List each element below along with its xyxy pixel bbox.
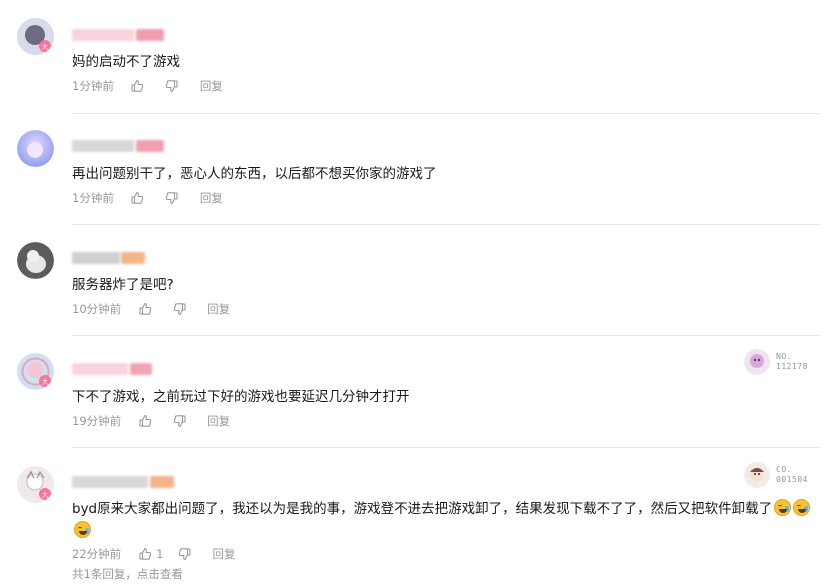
divider bbox=[72, 335, 820, 336]
fan-badge-label: NO. bbox=[776, 352, 792, 361]
level-badge-blurred bbox=[136, 29, 164, 41]
comment-actions: 1分钟前 回复 bbox=[72, 77, 223, 95]
comment-text: byd原来大家都出问题了，我还以为是我的事，游戏登不进去把游戏卸了，结果发现下载… bbox=[72, 498, 817, 542]
reply-button[interactable]: 回复 bbox=[200, 78, 223, 94]
level-badge-blurred bbox=[130, 363, 152, 375]
reply-button[interactable]: 回复 bbox=[200, 190, 223, 206]
avatar[interactable]: 大 bbox=[17, 466, 54, 503]
level-badge-blurred bbox=[121, 252, 145, 264]
reply-button[interactable]: 回复 bbox=[207, 301, 230, 317]
fan-badge-number: 112178 bbox=[776, 362, 808, 371]
svg-text:大: 大 bbox=[42, 490, 49, 499]
username-blurred[interactable] bbox=[72, 29, 134, 41]
svg-text:大: 大 bbox=[42, 42, 49, 51]
crying-laughing-emoji-icon bbox=[774, 499, 792, 516]
like-icon[interactable] bbox=[137, 302, 152, 317]
comment-list: 大 妈的启动不了游戏 1分钟前 回复 再出问题别干了，恶心人的东西，以后都不想买… bbox=[0, 0, 831, 588]
comment-text: 下不了游戏，之前玩过下好的游戏也要延迟几分钟才打开 bbox=[72, 389, 410, 405]
like-icon[interactable] bbox=[130, 79, 145, 94]
dislike-icon[interactable] bbox=[172, 414, 187, 429]
comment-time: 19分钟前 bbox=[72, 414, 122, 428]
svg-text:大: 大 bbox=[42, 377, 49, 386]
username-blurred[interactable] bbox=[72, 140, 134, 152]
reply-button[interactable]: 回复 bbox=[212, 546, 235, 562]
comment-actions: 1分钟前 回复 bbox=[72, 189, 223, 207]
username-blurred[interactable] bbox=[72, 252, 120, 264]
fan-badge-avatar bbox=[744, 349, 770, 375]
comment-text: 服务器炸了是吧? bbox=[72, 277, 174, 293]
comment-time: 1分钟前 bbox=[72, 191, 114, 205]
fan-badge[interactable]: CO. 001504 bbox=[744, 462, 808, 488]
comment-time: 1分钟前 bbox=[72, 79, 114, 93]
like-count: 1 bbox=[156, 547, 164, 561]
comment-actions: 10分钟前 回复 bbox=[72, 300, 230, 318]
avatar[interactable] bbox=[17, 130, 54, 167]
divider bbox=[72, 447, 820, 448]
divider bbox=[72, 113, 820, 114]
avatar[interactable]: 大 bbox=[17, 18, 54, 55]
crying-laughing-emoji-icon bbox=[793, 499, 811, 516]
username-blurred[interactable] bbox=[72, 363, 128, 375]
fan-badge-avatar bbox=[744, 462, 770, 488]
like-icon[interactable] bbox=[130, 191, 145, 206]
dislike-icon[interactable] bbox=[177, 547, 192, 562]
level-badge-blurred bbox=[136, 140, 164, 152]
comment-text: 再出问题别干了，恶心人的东西，以后都不想买你家的游戏了 bbox=[72, 166, 437, 182]
level-badge-blurred bbox=[150, 476, 174, 488]
avatar[interactable] bbox=[17, 242, 54, 279]
comment-time: 22分钟前 bbox=[72, 547, 122, 561]
fan-badge[interactable]: NO. 112178 bbox=[744, 349, 808, 375]
dislike-icon[interactable] bbox=[165, 79, 180, 94]
comment-time: 10分钟前 bbox=[72, 302, 122, 316]
fan-badge-label: CO. bbox=[776, 465, 792, 474]
divider bbox=[72, 224, 820, 225]
username-blurred[interactable] bbox=[72, 476, 148, 488]
view-replies-link[interactable]: 共1条回复，点击查看 bbox=[72, 566, 183, 582]
fan-badge-number: 001504 bbox=[776, 475, 808, 484]
like-icon[interactable] bbox=[137, 414, 152, 429]
like-icon[interactable] bbox=[137, 547, 152, 562]
dislike-icon[interactable] bbox=[172, 302, 187, 317]
comment-actions: 22分钟前 1 回复 bbox=[72, 545, 235, 563]
comment-text-body: byd原来大家都出问题了，我还以为是我的事，游戏登不进去把游戏卸了，结果发现下载… bbox=[72, 501, 773, 517]
avatar[interactable]: 大 bbox=[17, 353, 54, 390]
comment-text: 妈的启动不了游戏 bbox=[72, 54, 180, 70]
comment-actions: 19分钟前 回复 bbox=[72, 412, 230, 430]
reply-button[interactable]: 回复 bbox=[207, 413, 230, 429]
dislike-icon[interactable] bbox=[165, 191, 180, 206]
crying-laughing-emoji-icon bbox=[74, 521, 91, 538]
